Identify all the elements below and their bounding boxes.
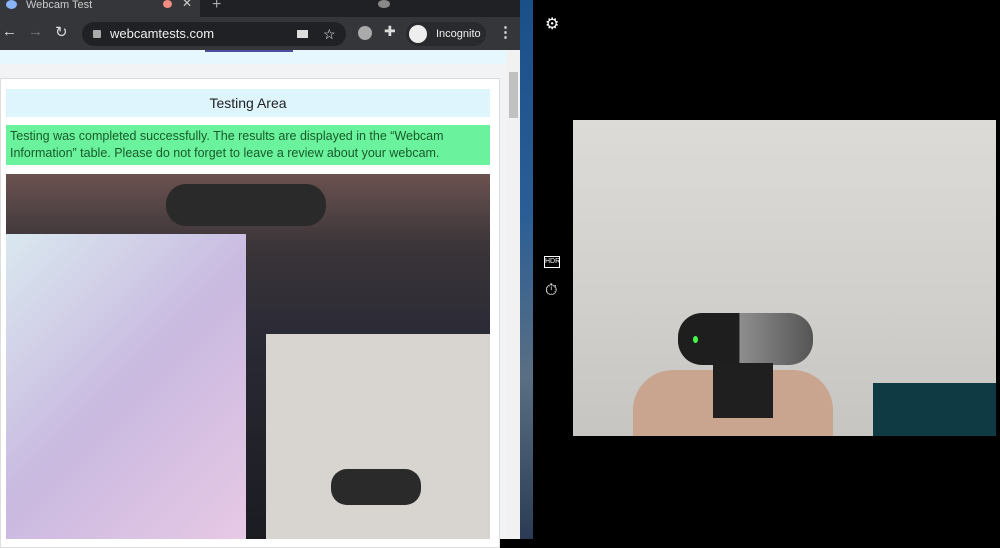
tab-webcam-test[interactable]: Webcam Test ✕ — [0, 0, 200, 17]
settings-icon[interactable]: ⚙ — [545, 14, 559, 34]
media-icon[interactable] — [358, 26, 372, 40]
incognito-icon — [409, 25, 427, 43]
tab-search-icon[interactable] — [378, 0, 390, 8]
recording-icon — [163, 0, 172, 8]
forward-icon[interactable]: → — [28, 23, 43, 40]
back-icon[interactable]: ← — [2, 23, 17, 40]
webcam-preview — [6, 174, 490, 539]
url-text: webcamtests.com — [110, 26, 215, 41]
webcam-clip — [713, 363, 773, 418]
star-icon[interactable]: ☆ — [323, 22, 336, 46]
web-page: Testing Area Testing was completed succe… — [0, 50, 507, 548]
new-tab-button[interactable]: + — [212, 0, 221, 14]
timer-off-icon[interactable]: ⏱ — [545, 282, 557, 300]
toolbar: ← → ↻ webcamtests.com ☆ ✚ Incognito ⋮ — [0, 17, 520, 50]
scrollbar[interactable] — [507, 50, 520, 539]
section-title: Testing Area — [6, 89, 490, 117]
favicon-icon — [6, 0, 17, 9]
recursive-screen — [6, 234, 246, 539]
webcam-device — [678, 313, 813, 365]
recursive-camera — [266, 334, 490, 539]
reload-icon[interactable]: ↻ — [55, 23, 68, 41]
incognito-button[interactable]: Incognito — [406, 22, 486, 46]
webcam-led — [693, 336, 698, 343]
nav-underline — [205, 50, 293, 52]
desktop-wallpaper — [520, 0, 533, 539]
address-bar[interactable]: webcamtests.com ☆ — [82, 22, 346, 46]
tab-title: Webcam Test — [26, 0, 93, 11]
close-tab-icon[interactable]: ✕ — [182, 0, 192, 9]
webcam-device-small — [331, 469, 421, 505]
top-strip — [0, 50, 507, 64]
menu-icon[interactable]: ⋮ — [498, 23, 513, 41]
scrollbar-thumb[interactable] — [509, 72, 518, 118]
success-message: Testing was completed successfully. The … — [6, 125, 490, 165]
incognito-label: Incognito — [436, 28, 481, 40]
webcam-device — [166, 184, 326, 226]
lock-icon — [93, 30, 101, 38]
hdr-off-icon[interactable]: HDR — [544, 256, 560, 268]
camera-preview — [573, 120, 996, 436]
extensions-icon[interactable]: ✚ — [384, 23, 396, 40]
camera-icon[interactable] — [297, 30, 308, 38]
chair — [873, 383, 996, 436]
tab-bar: Webcam Test ✕ + — [0, 0, 520, 17]
